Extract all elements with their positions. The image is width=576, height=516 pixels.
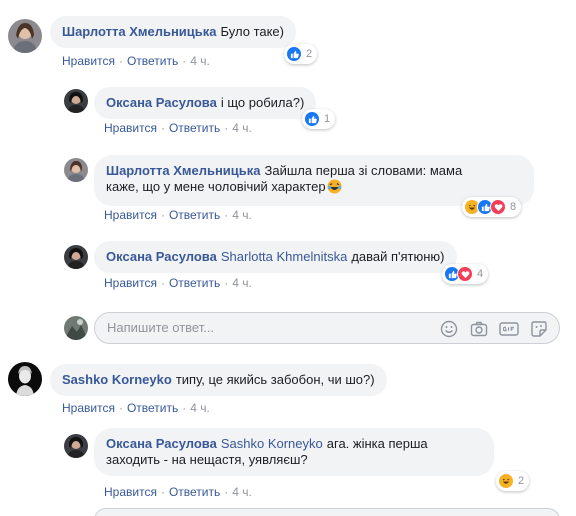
timestamp[interactable]: 4 ч. (232, 121, 252, 135)
reply-bubble: Оксана Расулова і що робила?) (94, 87, 317, 119)
reaction-summary[interactable]: 4 (442, 264, 489, 284)
comment-text-line1: ага. жінка перша (326, 436, 428, 451)
comment-author[interactable]: Оксана Расулова (106, 249, 217, 264)
smile-icon[interactable] (439, 319, 459, 339)
reply-link[interactable]: Ответить (169, 276, 220, 290)
comment-author[interactable]: Оксана Расулова (106, 436, 217, 451)
like-link[interactable]: Нравится (104, 485, 157, 499)
comment-actions: Нравится · Ответить · 4 ч. (62, 54, 210, 68)
love-reaction-icon (457, 266, 473, 282)
timestamp[interactable]: 4 ч. (190, 54, 210, 68)
reaction-summary[interactable]: 2 (284, 44, 318, 64)
comment-actions: Нравится · Ответить · 4 ч. (62, 401, 210, 415)
avatar-sharlotta[interactable] (64, 158, 88, 182)
reply-composer[interactable] (94, 312, 560, 344)
reply-link[interactable]: Ответить (169, 485, 220, 499)
reaction-count: 8 (510, 201, 517, 213)
reaction-count: 1 (324, 113, 331, 125)
reaction-count: 4 (477, 268, 484, 280)
reaction-count: 2 (518, 475, 525, 487)
comment-bubble: Шарлотта Хмельницька Було таке) (50, 16, 296, 48)
comment-text-line1: Зайшла перша зі словами: мама (264, 163, 463, 178)
comment-author[interactable]: Шарлотта Хмельницька (62, 24, 217, 39)
mention-link[interactable]: Sharlotta Khmelnitska (221, 249, 347, 264)
camera-icon[interactable] (469, 319, 489, 339)
reaction-summary[interactable]: 2 (496, 471, 530, 491)
avatar-sharlotta[interactable] (8, 19, 42, 53)
timestamp[interactable]: 4 ч. (232, 208, 252, 222)
like-link[interactable]: Нравится (104, 121, 157, 135)
like-link[interactable]: Нравится (62, 401, 115, 415)
comment-actions: Нравится · Ответить · 4 ч. (104, 276, 252, 290)
like-link[interactable]: Нравится (104, 276, 157, 290)
reply-link[interactable]: Ответить (169, 121, 220, 135)
comment-text-line2: каже, що у мене чоловічий характер (106, 179, 326, 194)
timestamp[interactable]: 4 ч. (232, 485, 252, 499)
comment-actions: Нравится · Ответить · 4 ч. (104, 208, 252, 222)
comment-actions: Нравится · Ответить · 4 ч. (104, 485, 252, 499)
reply-bubble: Оксана Расулова Sharlotta Khmelnitska дава… (94, 241, 457, 273)
avatar-sashko[interactable] (8, 362, 42, 396)
laughing-emoji-icon (327, 179, 342, 198)
reply-input[interactable] (107, 320, 407, 335)
reply-link[interactable]: Ответить (127, 401, 178, 415)
next-reply-composer[interactable] (94, 508, 560, 516)
reply-bubble: Оксана Расулова Sashko Korneyko ага. жінка… (94, 428, 494, 476)
avatar-oksana[interactable] (64, 245, 88, 269)
current-user-avatar (64, 316, 88, 340)
like-link[interactable]: Нравится (104, 208, 157, 222)
timestamp[interactable]: 4 ч. (190, 401, 210, 415)
reaction-count: 2 (306, 48, 313, 60)
love-reaction-icon (490, 199, 506, 215)
like-reaction-icon (286, 46, 302, 62)
reaction-summary[interactable]: 1 (302, 109, 336, 129)
reaction-summary[interactable]: 8 (462, 197, 522, 217)
comment-text-line2: заходить - на нещастя, уявляєш? (106, 452, 308, 467)
avatar-oksana[interactable] (64, 89, 88, 113)
comment-text: Було таке) (220, 24, 284, 39)
comment-text: і що робила?) (220, 95, 305, 110)
comment-author[interactable]: Sashko Korneyko (62, 372, 172, 387)
comment-text: типу, це якийсь забобон, чи шо?) (175, 372, 375, 387)
comment-author[interactable]: Оксана Расулова (106, 95, 217, 110)
comment-actions: Нравится · Ответить · 4 ч. (104, 121, 252, 135)
mention-link[interactable]: Sashko Korneyko (221, 436, 323, 451)
comment-text: давай п'ятюню) (351, 249, 445, 264)
reply-link[interactable]: Ответить (127, 54, 178, 68)
avatar-oksana[interactable] (64, 434, 88, 458)
reply-link[interactable]: Ответить (169, 208, 220, 222)
comment-author[interactable]: Шарлотта Хмельницька (106, 163, 261, 178)
haha-reaction-icon (498, 473, 514, 489)
sticker-icon[interactable] (529, 319, 549, 339)
comment-bubble: Sashko Korneyko типу, це якийсь забобон, … (50, 364, 387, 396)
like-link[interactable]: Нравится (62, 54, 115, 68)
gif-icon[interactable] (499, 319, 519, 339)
timestamp[interactable]: 4 ч. (232, 276, 252, 290)
like-reaction-icon (304, 111, 320, 127)
